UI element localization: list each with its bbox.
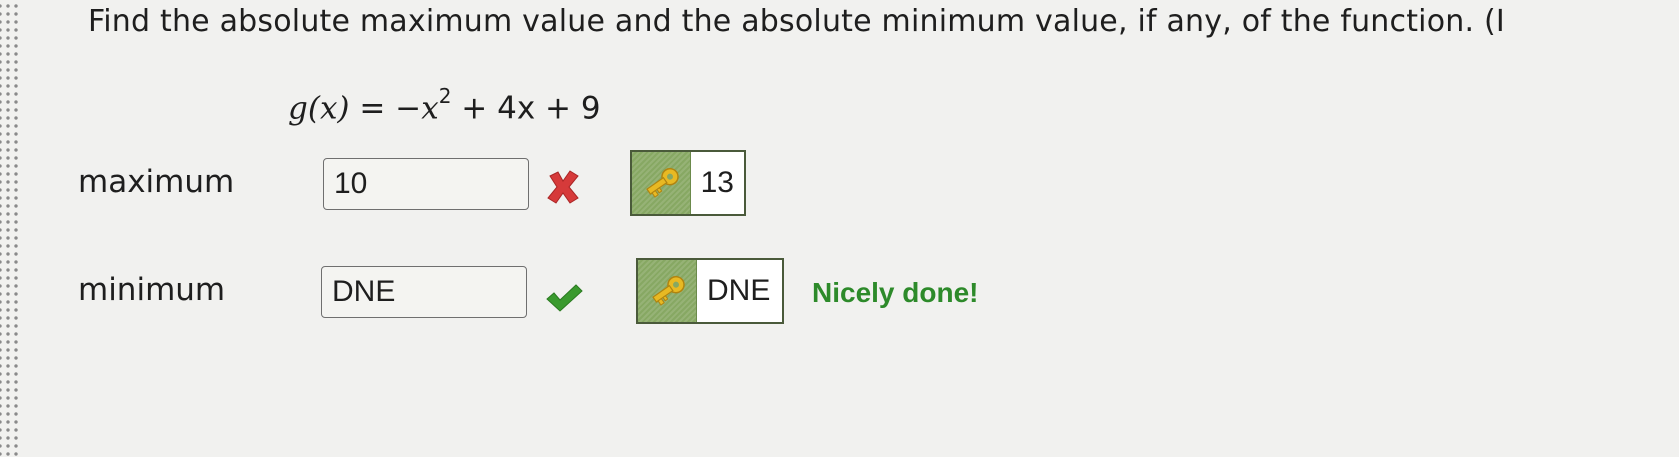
green-check-icon (544, 282, 584, 318)
key-icon (638, 260, 697, 322)
minimum-answer-value: DNE (707, 274, 771, 307)
key-icon (632, 152, 691, 214)
maximum-input[interactable]: 10 (323, 158, 529, 210)
equation-equals: = (359, 90, 386, 127)
question-text: Find the absolute maximum value and the … (88, 4, 1505, 39)
minimum-answer-key: DNE (636, 258, 784, 324)
maximum-answer-key: 13 (630, 150, 746, 216)
maximum-answer-value: 13 (700, 166, 734, 199)
dotted-left-border (0, 0, 18, 457)
equation-exponent: 2 (438, 84, 452, 108)
equation-rest: + 4x + 9 (461, 90, 601, 127)
function-equation: g(x) = −x2 + 4x + 9 (288, 84, 601, 127)
feedback-message: Nicely done! (812, 277, 979, 308)
maximum-label: maximum (78, 164, 235, 200)
equation-lhs: g(x) (288, 90, 350, 127)
minimum-input[interactable]: DNE (321, 266, 527, 318)
red-x-icon (544, 168, 582, 210)
equation-term1: −x (395, 90, 439, 127)
minimum-label: minimum (78, 272, 226, 308)
